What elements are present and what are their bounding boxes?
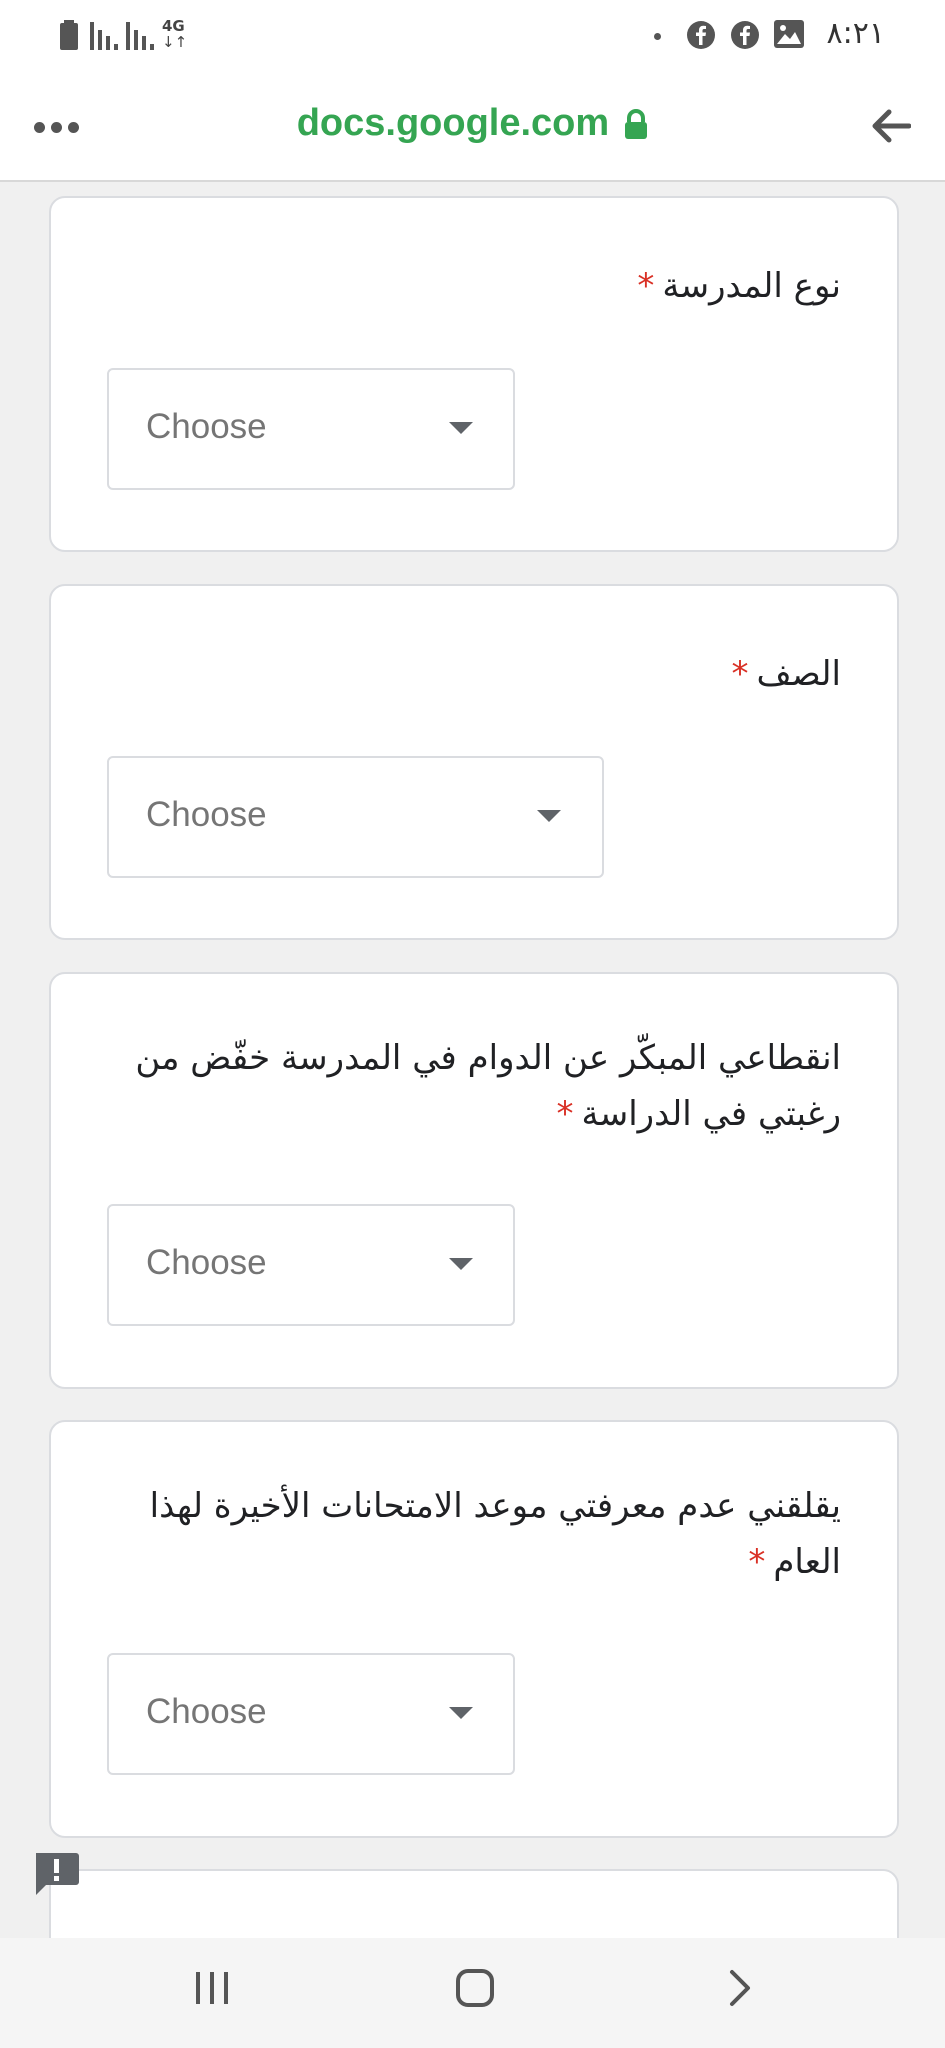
dropdown-placeholder: Choose bbox=[146, 407, 267, 446]
question-card-exam-date: يقلقني عدم معرفتي موعد الامتحانات الأخير… bbox=[49, 1420, 899, 1838]
school-type-dropdown[interactable]: Choose bbox=[107, 368, 515, 490]
question-title: الصف* bbox=[107, 646, 842, 702]
battery-icon bbox=[60, 20, 78, 50]
address-bar[interactable]: docs.google.com bbox=[0, 102, 945, 145]
grade-dropdown[interactable]: Choose bbox=[107, 756, 604, 878]
network-type-label: 4G bbox=[162, 17, 185, 35]
status-bar: 4G ↓↑ ٨:٢١ bbox=[0, 0, 945, 72]
early-absence-dropdown[interactable]: Choose bbox=[107, 1204, 515, 1326]
caret-down-icon bbox=[449, 1258, 473, 1270]
required-asterisk: * bbox=[637, 266, 655, 306]
exam-date-dropdown[interactable]: Choose bbox=[107, 1653, 515, 1775]
caret-down-icon bbox=[449, 422, 473, 434]
browser-toolbar: docs.google.com bbox=[0, 72, 945, 182]
dropdown-placeholder: Choose bbox=[146, 1692, 267, 1731]
lock-icon bbox=[625, 108, 648, 139]
url-text[interactable]: docs.google.com bbox=[297, 102, 609, 144]
required-asterisk: * bbox=[731, 654, 749, 694]
question-title: يقلقني عدم معرفتي موعد الامتحانات الأخير… bbox=[107, 1478, 841, 1590]
question-label: الصف bbox=[756, 654, 842, 694]
back-icon[interactable] bbox=[726, 1968, 754, 2008]
question-title: انقطاعي المبكّر عن الدوام في المدرسة خفّ… bbox=[107, 1030, 841, 1142]
recent-apps-icon[interactable] bbox=[194, 1968, 230, 2008]
question-label: نوع المدرسة bbox=[662, 266, 841, 306]
question-title: نوع المدرسة* bbox=[107, 258, 841, 314]
dropdown-placeholder: Choose bbox=[146, 1243, 267, 1282]
gallery-icon bbox=[774, 20, 804, 48]
facebook-icon bbox=[731, 21, 759, 49]
question-label: يقلقني عدم معرفتي موعد الامتحانات الأخير… bbox=[149, 1486, 841, 1582]
facebook-icon bbox=[687, 21, 715, 49]
notification-dot-icon bbox=[654, 33, 661, 40]
home-icon[interactable] bbox=[455, 1968, 495, 2008]
caret-down-icon bbox=[449, 1707, 473, 1719]
signal-icon bbox=[126, 22, 154, 50]
system-nav-bar bbox=[0, 1938, 945, 2048]
question-card-grade: الصف* Choose bbox=[49, 584, 899, 940]
signal-icon bbox=[90, 22, 118, 50]
data-activity-icon: ↓↑ bbox=[162, 33, 188, 51]
question-label: انقطاعي المبكّر عن الدوام في المدرسة خفّ… bbox=[135, 1038, 841, 1134]
report-feedback-icon[interactable] bbox=[32, 1851, 80, 1897]
dropdown-placeholder: Choose bbox=[146, 795, 267, 834]
back-arrow-icon[interactable] bbox=[871, 108, 911, 144]
required-asterisk: * bbox=[556, 1094, 574, 1134]
question-card-school-type: نوع المدرسة* Choose bbox=[49, 196, 899, 552]
question-card-early-absence: انقطاعي المبكّر عن الدوام في المدرسة خفّ… bbox=[49, 972, 899, 1389]
caret-down-icon bbox=[537, 810, 561, 822]
clock: ٨:٢١ bbox=[826, 16, 885, 51]
required-asterisk: * bbox=[748, 1542, 766, 1582]
